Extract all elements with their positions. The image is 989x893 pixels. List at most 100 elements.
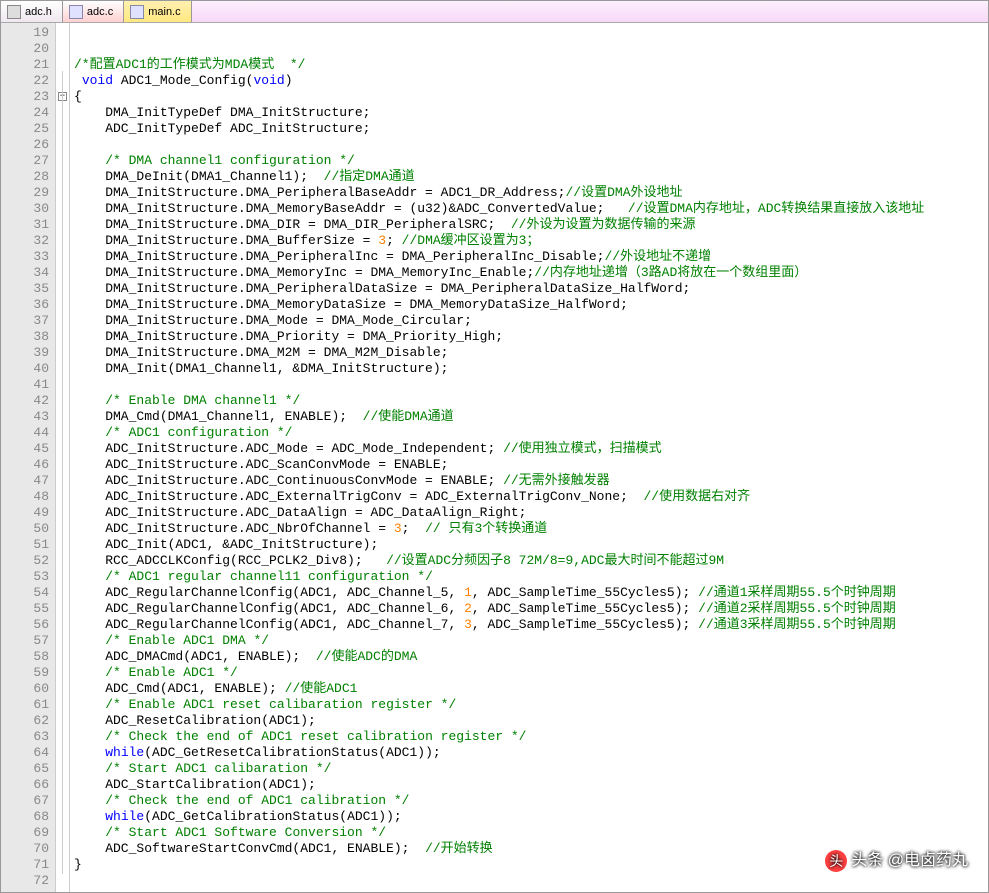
code-line[interactable]: /* Check the end of ADC1 reset calibrati…: [74, 729, 924, 745]
line-number: 31: [1, 217, 49, 233]
comment-text: /* Enable ADC1 */: [105, 665, 238, 680]
code-editor[interactable]: 1920212223242526272829303132333435363738…: [1, 23, 988, 892]
code-line[interactable]: ADC_RegularChannelConfig(ADC1, ADC_Chann…: [74, 585, 924, 601]
code-line[interactable]: ADC_Cmd(ADC1, ENABLE); //使能ADC1: [74, 681, 924, 697]
code-text: [74, 729, 105, 744]
line-number: 27: [1, 153, 49, 169]
code-line[interactable]: /* Start ADC1 Software Conversion */: [74, 825, 924, 841]
code-line[interactable]: DMA_InitStructure.DMA_BufferSize = 3; //…: [74, 233, 924, 249]
line-number: 22: [1, 73, 49, 89]
code-line[interactable]: ADC_InitStructure.ADC_Mode = ADC_Mode_In…: [74, 441, 924, 457]
code-line[interactable]: ADC_Init(ADC1, &ADC_InitStructure);: [74, 537, 924, 553]
comment-text: /*配置ADC1的工作模式为MDA模式 */: [74, 57, 305, 72]
line-number: 67: [1, 793, 49, 809]
code-line[interactable]: DMA_InitStructure.DMA_MemoryBaseAddr = (…: [74, 201, 924, 217]
code-text: [74, 633, 105, 648]
code-line[interactable]: /* Enable ADC1 DMA */: [74, 633, 924, 649]
line-number: 40: [1, 361, 49, 377]
tab-main-c[interactable]: main.c: [124, 1, 191, 22]
fold-column[interactable]: −: [56, 23, 70, 892]
line-number: 70: [1, 841, 49, 857]
code-text: DMA_InitStructure.DMA_MemoryDataSize = D…: [74, 297, 628, 312]
tab-adc-h[interactable]: adc.h: [1, 1, 63, 22]
code-line[interactable]: [74, 873, 924, 889]
code-line[interactable]: [74, 377, 924, 393]
code-line[interactable]: ADC_InitTypeDef ADC_InitStructure;: [74, 121, 924, 137]
code-text: ADC_StartCalibration(ADC1);: [74, 777, 316, 792]
code-line[interactable]: ADC_InitStructure.ADC_ScanConvMode = ENA…: [74, 457, 924, 473]
code-line[interactable]: [74, 25, 924, 41]
code-line[interactable]: ADC_RegularChannelConfig(ADC1, ADC_Chann…: [74, 601, 924, 617]
code-text: ADC_InitStructure.ADC_NbrOfChannel =: [74, 521, 394, 536]
comment-text: /* Check the end of ADC1 calibration */: [105, 793, 409, 808]
code-line[interactable]: DMA_DeInit(DMA1_Channel1); //指定DMA通道: [74, 169, 924, 185]
line-number: 66: [1, 777, 49, 793]
code-line[interactable]: DMA_InitStructure.DMA_MemoryInc = DMA_Me…: [74, 265, 924, 281]
comment-text: //通道1采样周期55.5个时钟周期: [698, 585, 896, 600]
code-text: ADC_ResetCalibration(ADC1);: [74, 713, 316, 728]
code-line[interactable]: /*配置ADC1的工作模式为MDA模式 */: [74, 57, 924, 73]
code-line[interactable]: [74, 137, 924, 153]
code-text: (ADC_GetResetCalibrationStatus(ADC1));: [144, 745, 440, 760]
code-line[interactable]: ADC_InitStructure.ADC_NbrOfChannel = 3; …: [74, 521, 924, 537]
line-number: 33: [1, 249, 49, 265]
code-line[interactable]: ADC_RegularChannelConfig(ADC1, ADC_Chann…: [74, 617, 924, 633]
code-line[interactable]: while(ADC_GetCalibrationStatus(ADC1));: [74, 809, 924, 825]
code-line[interactable]: DMA_InitStructure.DMA_DIR = DMA_DIR_Peri…: [74, 217, 924, 233]
comment-text: /* ADC1 configuration */: [105, 425, 292, 440]
code-line[interactable]: [74, 41, 924, 57]
comment-text: //通道3采样周期55.5个时钟周期: [698, 617, 896, 632]
code-line[interactable]: /* Start ADC1 calibaration */: [74, 761, 924, 777]
code-line[interactable]: DMA_InitStructure.DMA_M2M = DMA_M2M_Disa…: [74, 345, 924, 361]
code-line[interactable]: {: [74, 89, 924, 105]
code-text: ADC_DMACmd(ADC1, ENABLE);: [74, 649, 316, 664]
code-line[interactable]: ADC_DMACmd(ADC1, ENABLE); //使能ADC的DMA: [74, 649, 924, 665]
code-line[interactable]: /* ADC1 regular channel11 configuration …: [74, 569, 924, 585]
code-line[interactable]: }: [74, 857, 924, 873]
code-text: (ADC_GetCalibrationStatus(ADC1));: [144, 809, 401, 824]
code-line[interactable]: /* Enable DMA channel1 */: [74, 393, 924, 409]
fold-line: [62, 71, 63, 874]
code-line[interactable]: DMA_InitTypeDef DMA_InitStructure;: [74, 105, 924, 121]
line-number: 38: [1, 329, 49, 345]
code-line[interactable]: DMA_InitStructure.DMA_PeripheralDataSize…: [74, 281, 924, 297]
code-line[interactable]: DMA_InitStructure.DMA_PeripheralInc = DM…: [74, 249, 924, 265]
code-line[interactable]: ADC_InitStructure.ADC_ContinuousConvMode…: [74, 473, 924, 489]
code-line[interactable]: /* Enable ADC1 reset calibaration regist…: [74, 697, 924, 713]
code-line[interactable]: RCC_ADCCLKConfig(RCC_PCLK2_Div8); //设置AD…: [74, 553, 924, 569]
code-line[interactable]: DMA_InitStructure.DMA_Priority = DMA_Pri…: [74, 329, 924, 345]
code-line[interactable]: while(ADC_GetResetCalibrationStatus(ADC1…: [74, 745, 924, 761]
line-number: 47: [1, 473, 49, 489]
code-text: [74, 73, 82, 88]
code-line[interactable]: /* Check the end of ADC1 calibration */: [74, 793, 924, 809]
code-line[interactable]: /* Enable ADC1 */: [74, 665, 924, 681]
file-icon: [7, 5, 21, 19]
line-number: 65: [1, 761, 49, 777]
code-text: ADC_RegularChannelConfig(ADC1, ADC_Chann…: [74, 601, 464, 616]
code-text: ADC_RegularChannelConfig(ADC1, ADC_Chann…: [74, 617, 464, 632]
line-number: 19: [1, 25, 49, 41]
code-line[interactable]: ADC_InitStructure.ADC_ExternalTrigConv =…: [74, 489, 924, 505]
code-line[interactable]: ADC_StartCalibration(ADC1);: [74, 777, 924, 793]
code-text: [74, 569, 105, 584]
tab-adc-c[interactable]: adc.c: [63, 1, 124, 22]
line-number: 24: [1, 105, 49, 121]
code-line[interactable]: void ADC1_Mode_Config(void): [74, 73, 924, 89]
code-line[interactable]: /* DMA channel1 configuration */: [74, 153, 924, 169]
code-line[interactable]: ADC_ResetCalibration(ADC1);: [74, 713, 924, 729]
comment-text: //无需外接触发器: [503, 473, 610, 488]
code-line[interactable]: DMA_InitStructure.DMA_PeripheralBaseAddr…: [74, 185, 924, 201]
line-number: 55: [1, 601, 49, 617]
code-line[interactable]: /* ADC1 configuration */: [74, 425, 924, 441]
code-line[interactable]: ADC_InitStructure.ADC_DataAlign = ADC_Da…: [74, 505, 924, 521]
code-line[interactable]: DMA_InitStructure.DMA_MemoryDataSize = D…: [74, 297, 924, 313]
code-area[interactable]: /*配置ADC1的工作模式为MDA模式 */ void ADC1_Mode_Co…: [70, 23, 928, 892]
code-text: DMA_Cmd(DMA1_Channel1, ENABLE);: [74, 409, 363, 424]
code-line[interactable]: ADC_SoftwareStartConvCmd(ADC1, ENABLE); …: [74, 841, 924, 857]
comment-text: /* Start ADC1 Software Conversion */: [105, 825, 386, 840]
line-number: 20: [1, 41, 49, 57]
code-text: DMA_InitStructure.DMA_DIR = DMA_DIR_Peri…: [74, 217, 511, 232]
code-line[interactable]: DMA_Cmd(DMA1_Channel1, ENABLE); //使能DMA通…: [74, 409, 924, 425]
code-line[interactable]: DMA_Init(DMA1_Channel1, &DMA_InitStructu…: [74, 361, 924, 377]
code-line[interactable]: DMA_InitStructure.DMA_Mode = DMA_Mode_Ci…: [74, 313, 924, 329]
